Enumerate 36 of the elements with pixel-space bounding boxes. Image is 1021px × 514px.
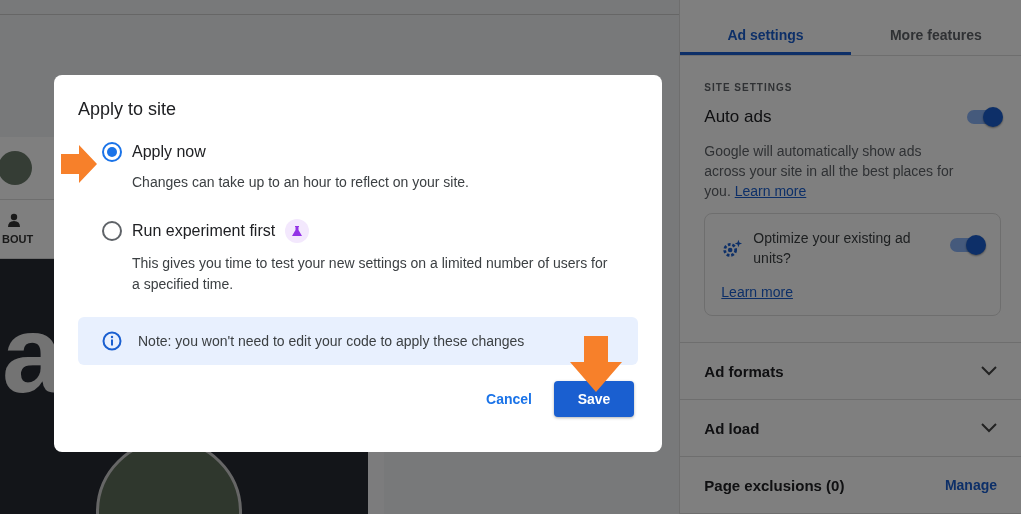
- cancel-button[interactable]: Cancel: [482, 381, 536, 417]
- gear-sparkle-icon: [721, 238, 744, 260]
- save-button[interactable]: Save: [554, 381, 634, 417]
- section-title: Page exclusions (0): [704, 476, 845, 494]
- description-text: Google will automatically show ads across your site in all the best places for you. Learn more: [704, 142, 955, 201]
- option-label[interactable]: Run experiment first: [132, 222, 276, 240]
- toggle-switch[interactable]: [967, 110, 1001, 124]
- option-description: Changes can take up to an hour to reflect on your site.: [132, 173, 470, 192]
- tab[interactable]: Ad settings: [680, 17, 851, 55]
- person-icon: [8, 213, 20, 227]
- section-row[interactable]: Ad load: [680, 400, 1021, 457]
- dialog-title: Apply to site: [78, 99, 178, 120]
- chevron-down-icon: [981, 423, 997, 433]
- section-title: Ad load: [704, 419, 760, 437]
- manage-link[interactable]: Manage: [944, 477, 997, 493]
- chevron-down-icon: [981, 366, 997, 376]
- section-row[interactable]: Ad formats: [680, 343, 1021, 400]
- tab[interactable]: More features: [850, 17, 1021, 55]
- learn-more-link[interactable]: Learn more: [721, 284, 793, 300]
- radio-button[interactable]: [102, 221, 122, 241]
- avatar-placeholder: [0, 151, 32, 185]
- info-icon: [102, 331, 122, 351]
- section-heading: SITE SETTINGS: [704, 82, 794, 93]
- pointer-arrow-icon: [61, 145, 97, 183]
- radio-button[interactable]: [102, 142, 122, 162]
- option-label[interactable]: Apply now: [132, 143, 206, 161]
- learn-more-link[interactable]: Learn more: [734, 183, 807, 199]
- toggle-switch[interactable]: [950, 238, 984, 252]
- section-title: Ad formats: [704, 362, 784, 380]
- note-text: Note: you won't need to edit your code to apply these changes: [138, 333, 525, 349]
- section-row[interactable]: Page exclusions (0) Manage: [680, 457, 1021, 514]
- setting-title: Auto ads: [704, 107, 772, 127]
- option-description: This gives you time to test your new settings on a limited number of users for a specified time.: [132, 254, 609, 294]
- setting-title: Optimize your existing ad units?: [753, 229, 912, 268]
- nav-label[interactable]: BOUT: [2, 233, 34, 245]
- pointer-arrow-icon: [570, 336, 622, 392]
